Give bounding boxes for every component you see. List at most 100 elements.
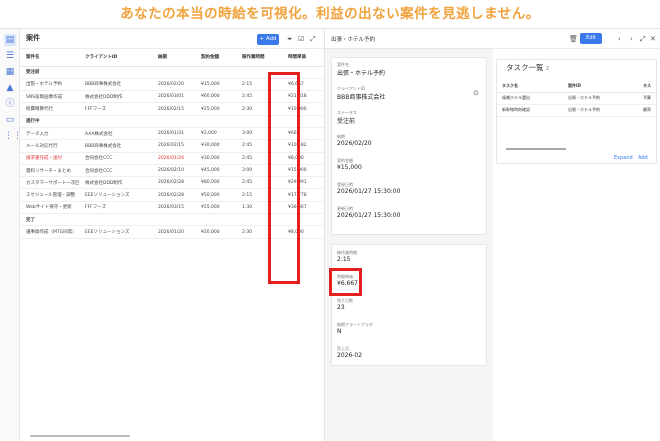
info-icon[interactable]: ⓘ (4, 98, 16, 110)
cell-name: データ入力 (20, 127, 79, 141)
expand-link[interactable]: Expand (614, 155, 633, 161)
close-icon[interactable]: ✕ (650, 34, 656, 44)
cell-name: 経費精算代行 (20, 102, 79, 116)
task-scrollbar[interactable] (506, 148, 566, 150)
cell-amount: ¥80,000 (195, 176, 236, 190)
task-panel: 🗑 Edit ‹ › ⤢ ✕ タスク一覧 2 タスク名 案件ID タス 候補ホテル選… (493, 29, 660, 441)
detail-card-metrics: 稼作業時間 2:15 時間単価 ¥6,667 残り日数 23 納期アラートフラグ N 売上月 20… (331, 244, 487, 366)
cell-due: 2026/02/15 (152, 102, 195, 116)
cell-name: 出張・ホテル予約 (20, 78, 79, 92)
field-value: 2:15 (337, 256, 351, 263)
app-window: ▤ ☰ ▦ ▲ ⓘ ▭ ⋮⋮ 案件 + Add ⏷ ☑ ⤢ 案件名 クライアントI… (0, 28, 660, 441)
field-value: ¥15,000 (337, 164, 362, 171)
hourly-rate-value-highlight (329, 268, 362, 296)
field-value: 2026-02 (337, 352, 363, 359)
cell-client: FFFフーズ (79, 201, 152, 215)
comment-icon[interactable]: ▭ (4, 114, 16, 126)
cell-client: 合同会社CCC (79, 164, 152, 178)
field-value: 2026/01/27 15:30:00 (337, 188, 401, 195)
column-header[interactable]: クライアントID (79, 49, 152, 67)
field-value: 出張・ホテル予約 (337, 70, 386, 77)
field-value: N (337, 328, 342, 335)
detail-card-main: 案件名 出張・ホテル予約 クライアントID BBB商事株式会社 ステータス 受注前 納期 20… (331, 57, 487, 235)
next-icon[interactable]: › (630, 34, 633, 44)
list-title: 案件 (26, 34, 40, 42)
cell-name: スケジュール管理・調整 (20, 188, 79, 202)
column-header[interactable]: 案件名 (20, 49, 79, 67)
cell-client: AAA株式会社 (79, 127, 152, 141)
task-column-header[interactable]: 案件ID (563, 80, 638, 93)
field-label: 納期アラートフラグ (337, 322, 373, 327)
cell-amount: ¥20,000 (195, 225, 236, 239)
task-column-header[interactable]: タスク名 (497, 80, 563, 93)
detail-panel: 出張・ホテル予約 案件名 出張・ホテル予約 クライアントID BBB商事株式会社 ステー… (325, 29, 493, 441)
cell-amount: ¥30,000 (195, 139, 236, 153)
gallery-icon[interactable]: ▦ (4, 66, 16, 78)
cell-client: EEEソリューションズ (79, 188, 152, 202)
horizontal-scrollbar[interactable] (30, 435, 130, 437)
prev-icon[interactable]: ‹ (618, 34, 621, 44)
cell-due: 2026/01/20 (152, 225, 195, 239)
edit-label: Edit (586, 35, 596, 41)
expand-icon[interactable]: ⤢ (310, 34, 316, 44)
cell-due: 2026/02/10 (152, 164, 195, 178)
edit-button[interactable]: Edit (580, 33, 602, 44)
cell-client: FFFフーズ (79, 102, 152, 116)
delete-icon[interactable]: 🗑 (569, 34, 578, 44)
column-header[interactable]: 契約金額 (195, 49, 236, 67)
cell-due: 2026/01/31 (152, 127, 195, 141)
list-header: 案件 + Add ⏷ ☑ ⤢ (20, 29, 324, 49)
task-header-row: タスク名 案件ID タス (497, 80, 658, 93)
link-out-icon[interactable]: ⊙ (473, 89, 479, 97)
task-cell-extra: 最寄 (638, 104, 658, 117)
cell-amount: ¥2,000 (195, 127, 236, 141)
task-panel-header: 🗑 Edit ‹ › ⤢ ✕ (493, 29, 660, 49)
task-column-header[interactable]: タス (638, 80, 658, 93)
cell-name: メール対応代行 (20, 139, 79, 153)
column-header[interactable]: 時間単価 (282, 49, 324, 67)
filter-icon[interactable]: ⏷ (287, 34, 293, 44)
cell-name: 議事録作成（MTG同席） (20, 225, 79, 239)
cell-client: EEEソリューションズ (79, 225, 152, 239)
cell-amount: ¥25,000 (195, 102, 236, 116)
add-button[interactable]: + Add (257, 34, 279, 45)
task-cell-name: 新幹線時刻確認 (497, 104, 563, 117)
cell-due: 2026/02/28 (152, 188, 195, 202)
cell-client: BBB商事株式会社 (79, 78, 152, 92)
column-header[interactable]: 納期 (152, 49, 195, 67)
cell-amount: ¥15,000 (195, 78, 236, 92)
cell-client: 株式会社DDD制作 (79, 90, 152, 104)
cell-name: カスタマーサポート一次回答 (20, 176, 79, 190)
task-cell-extra: 予算 (638, 92, 658, 105)
field-value: 2026/02/20 (337, 140, 372, 147)
task-list-title: タスク一覧 2 (506, 63, 550, 72)
apps-grid-icon[interactable]: ⋮⋮ (4, 130, 22, 142)
chart-icon[interactable]: ▲ (4, 82, 16, 94)
nav-rail: ▤ ☰ ▦ ▲ ⓘ ▭ ⋮⋮ (0, 29, 22, 441)
cell-due: 2026/03/15 (152, 201, 195, 215)
cell-amount: ¥55,000 (195, 201, 236, 215)
column-header[interactable]: 稼作業時間 (236, 49, 282, 67)
task-row[interactable]: 候補ホテル選出 出張・ホテル予約 予算 (497, 92, 658, 105)
cell-name: Webサイト保守・更新 (20, 201, 79, 215)
cell-due: 2026/02/28 (152, 176, 195, 190)
cell-name: 請求書作成・送付 (20, 152, 79, 165)
field-value: 受注前 (337, 118, 356, 125)
cell-client: BBB商事株式会社 (79, 139, 152, 153)
cell-name: SNS投稿画像作成 (20, 90, 79, 104)
field-value: 23 (337, 304, 345, 311)
task-row[interactable]: 新幹線時刻確認 出張・ホテル予約 最寄 (497, 104, 658, 117)
cell-client: 合同会社CCC (79, 152, 152, 165)
list-icon[interactable]: ☰ (4, 50, 16, 62)
cell-client: 株式会社DDD制作 (79, 176, 152, 190)
add-task-link[interactable]: Add (638, 155, 648, 161)
hourly-rate-column-highlight (268, 72, 300, 284)
task-cell-project: 出張・ホテル予約 (563, 92, 638, 105)
task-table: タスク名 案件ID タス 候補ホテル選出 出張・ホテル予約 予算 新幹線時刻確認 出張・ホテ… (497, 80, 658, 117)
table-header-row: 案件名 クライアントID 納期 契約金額 稼作業時間 時間単価 (20, 49, 324, 67)
cell-due: 2026/02/20 (152, 78, 195, 92)
cell-due: 2026/03/01 (152, 90, 195, 104)
table-view-icon[interactable]: ▤ (4, 34, 16, 46)
fullscreen-icon[interactable]: ⤢ (640, 34, 646, 44)
select-checkbox-icon[interactable]: ☑ (298, 34, 304, 44)
